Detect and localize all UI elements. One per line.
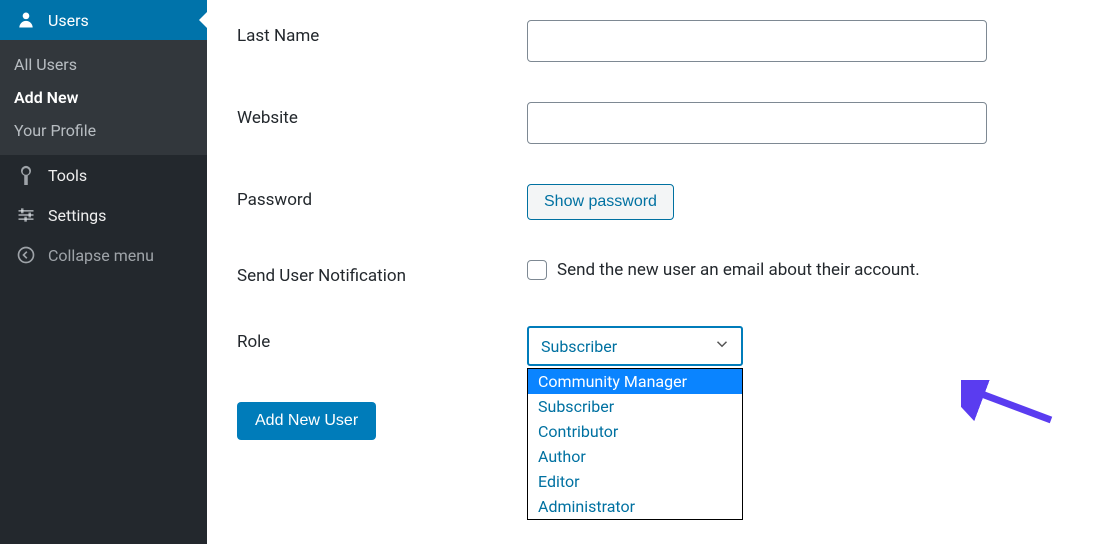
main-content: Last Name Website Password Show password…	[207, 0, 1100, 544]
users-submenu: All Users Add New Your Profile	[0, 40, 207, 155]
notification-text: Send the new user an email about their a…	[557, 260, 920, 280]
show-password-button[interactable]: Show password	[527, 184, 674, 220]
role-option-community-manager[interactable]: Community Manager	[528, 369, 742, 394]
person-icon	[14, 8, 38, 32]
sidebar-item-label: Settings	[48, 206, 106, 225]
submenu-add-new[interactable]: Add New	[0, 81, 207, 114]
label-role: Role	[237, 326, 527, 352]
role-option-author[interactable]: Author	[528, 444, 742, 469]
sidebar-item-label: Tools	[48, 166, 87, 185]
sidebar-item-tools[interactable]: Tools	[0, 155, 207, 195]
last-name-input[interactable]	[527, 20, 987, 62]
role-option-subscriber[interactable]: Subscriber	[528, 394, 742, 419]
row-notification: Send User Notification Send the new user…	[237, 240, 1100, 306]
add-new-user-button[interactable]: Add New User	[237, 402, 376, 440]
row-password: Password Show password	[237, 164, 1100, 240]
sidebar-item-label: Users	[48, 11, 89, 30]
chevron-down-icon	[713, 335, 731, 357]
sliders-icon	[14, 203, 38, 227]
submenu-your-profile[interactable]: Your Profile	[0, 114, 207, 147]
label-last-name: Last Name	[237, 20, 527, 46]
label-password: Password	[237, 184, 527, 210]
row-last-name: Last Name	[237, 0, 1100, 82]
submenu-all-users[interactable]: All Users	[0, 48, 207, 81]
row-role: Role Subscriber Community Manager Subscr…	[237, 306, 1100, 386]
role-dropdown: Community Manager Subscriber Contributor…	[527, 368, 743, 520]
checkbox-icon	[527, 260, 547, 280]
role-select[interactable]: Subscriber	[527, 326, 743, 366]
role-option-contributor[interactable]: Contributor	[528, 419, 742, 444]
collapse-label: Collapse menu	[48, 246, 154, 265]
collapse-menu[interactable]: Collapse menu	[0, 235, 207, 275]
website-input[interactable]	[527, 102, 987, 144]
label-notification: Send User Notification	[237, 260, 527, 286]
wrench-icon	[14, 163, 38, 187]
admin-sidebar: Users All Users Add New Your Profile Too…	[0, 0, 207, 544]
role-option-administrator[interactable]: Administrator	[528, 494, 742, 519]
role-selected-value: Subscriber	[541, 337, 617, 356]
sidebar-item-settings[interactable]: Settings	[0, 195, 207, 235]
notification-checkbox[interactable]: Send the new user an email about their a…	[527, 260, 1100, 280]
sidebar-item-users[interactable]: Users	[0, 0, 207, 40]
row-website: Website	[237, 82, 1100, 164]
label-website: Website	[237, 102, 527, 128]
collapse-icon	[14, 243, 38, 267]
add-user-form: Last Name Website Password Show password…	[237, 0, 1100, 460]
role-option-editor[interactable]: Editor	[528, 469, 742, 494]
